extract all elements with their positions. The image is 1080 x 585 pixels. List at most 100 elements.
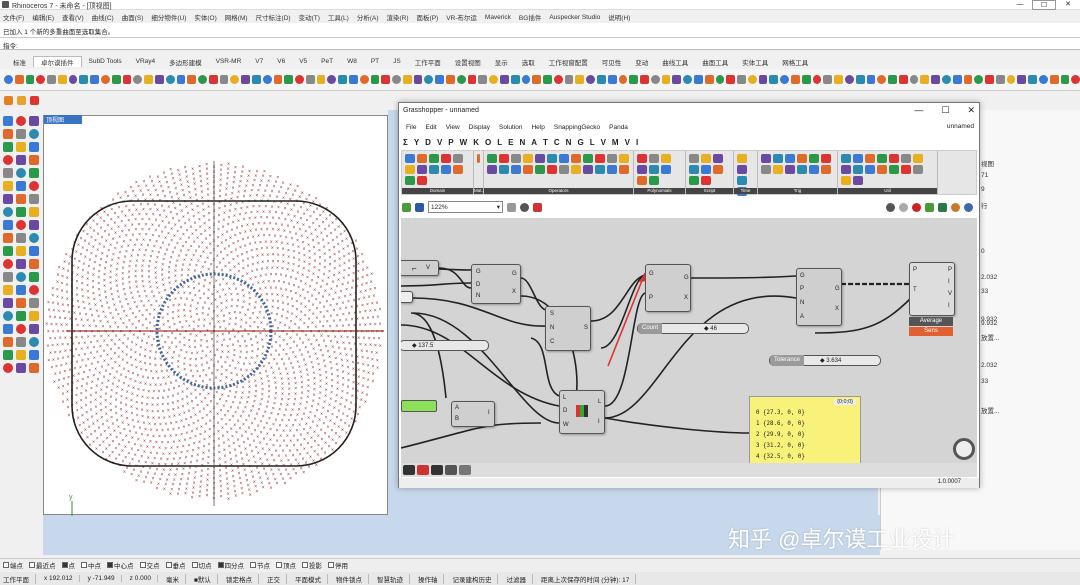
preview-selected-icon[interactable] [925, 202, 934, 212]
pipe-component[interactable]: A B I [451, 401, 495, 427]
component-icon[interactable] [821, 165, 831, 174]
component-icon[interactable] [583, 154, 593, 163]
component-icon[interactable] [853, 154, 863, 163]
tab-5[interactable]: VSR-MR [209, 58, 249, 65]
property-value[interactable]: 放置... [981, 332, 999, 342]
checkbox-icon[interactable] [276, 562, 282, 568]
component-icon[interactable] [649, 165, 659, 174]
component-icon[interactable] [523, 154, 533, 163]
component-icon[interactable] [595, 154, 605, 163]
menu-vr[interactable]: VR-布尔运 [446, 12, 477, 22]
arrow-icon[interactable] [4, 96, 13, 105]
menu-mesh[interactable]: 网格(M) [225, 12, 248, 22]
toolbar-tool-icon[interactable] [769, 75, 779, 84]
gh-tab-5[interactable]: W [460, 138, 468, 147]
plugin-icon[interactable] [30, 96, 39, 105]
series-component[interactable]: S N C S [545, 306, 591, 351]
list-item-component[interactable]: L D W L I [559, 390, 605, 434]
component-icon[interactable] [547, 154, 557, 163]
sketch-tool-icon[interactable] [459, 465, 471, 475]
osnap-3[interactable]: 中点 [81, 560, 101, 570]
status-item[interactable]: 智慧轨迹 [377, 573, 410, 584]
toolbar-tool-icon[interactable] [478, 75, 488, 84]
toolbar-tool-icon[interactable] [446, 75, 455, 84]
toolbar-tool-icon[interactable] [14, 75, 24, 84]
toolbar-tool-icon[interactable] [198, 75, 207, 84]
toolbar-tool-icon[interactable] [640, 75, 649, 84]
toolbar-tool-icon[interactable] [694, 75, 703, 84]
toolbar-tool-icon[interactable] [586, 75, 595, 84]
component-icon[interactable] [637, 165, 647, 174]
fit-icon[interactable] [507, 202, 516, 212]
gh-menu-edit[interactable]: Edit [425, 124, 436, 131]
toolbar-tool-icon[interactable] [898, 75, 908, 84]
osnap-10[interactable]: 顶点 [276, 560, 296, 570]
tool-icon[interactable] [16, 285, 26, 295]
component-icon[interactable] [701, 165, 711, 174]
gh-tab-4[interactable]: P [448, 138, 453, 147]
toolbar-tool-icon[interactable] [176, 75, 186, 84]
menu-panels[interactable]: 面板(P) [417, 12, 439, 22]
gh-tab-14[interactable]: N [566, 138, 572, 147]
navigation-widget-icon[interactable] [953, 438, 975, 460]
gh-tab-3[interactable]: V [437, 138, 442, 147]
status-item[interactable]: 操作轴 [418, 573, 445, 584]
osnap-0[interactable]: 端点 [3, 560, 23, 570]
component-icon[interactable] [417, 154, 427, 163]
toolbar-tool-icon[interactable] [532, 75, 542, 84]
osnap-12[interactable]: 停用 [328, 560, 348, 570]
tool-icon[interactable] [16, 220, 26, 230]
checkbox-icon[interactable] [61, 562, 68, 568]
tool-icon[interactable] [3, 272, 13, 282]
tool-icon[interactable] [16, 116, 26, 126]
menu-maverick[interactable]: Maverick [485, 14, 511, 21]
toolbar-tool-icon[interactable] [801, 75, 811, 84]
checkbox-icon[interactable] [217, 562, 224, 568]
toolbar-tool-icon[interactable] [57, 75, 67, 84]
checkbox-icon[interactable] [191, 562, 198, 568]
toolbar-tool-icon[interactable] [855, 75, 865, 84]
toolbar-tool-icon[interactable] [510, 75, 520, 84]
gh-tab-8[interactable]: L [497, 138, 502, 147]
gh-tab-16[interactable]: L [590, 138, 595, 147]
tool-icon[interactable] [29, 207, 39, 217]
tab-21[interactable]: 曲面工具 [695, 57, 735, 67]
evaluate-curve-component[interactable]: G D N G X [471, 264, 521, 304]
component-icon[interactable] [737, 176, 747, 185]
toolbar-tool-icon[interactable] [284, 75, 294, 84]
gh-tab-20[interactable]: I [636, 138, 638, 147]
component-icon[interactable] [417, 165, 427, 174]
toolbar-tool-icon[interactable] [823, 75, 833, 84]
toolbar-tool-icon[interactable] [241, 75, 250, 84]
gh-canvas[interactable]: ⌐ V G D N G X ◆ 137.5 S N C S G P G X Cou… [401, 218, 977, 463]
tool-icon[interactable] [16, 272, 26, 282]
toolbar-tool-icon[interactable] [521, 75, 531, 84]
tool-icon[interactable] [16, 207, 26, 217]
tool-icon[interactable] [3, 337, 13, 347]
toolbar-tool-icon[interactable] [543, 75, 552, 84]
component-icon[interactable] [841, 154, 851, 163]
tool-icon[interactable] [3, 350, 13, 360]
tool-icon[interactable] [3, 363, 13, 373]
component-icon[interactable] [773, 154, 783, 163]
toolbar-tool-icon[interactable] [780, 75, 790, 84]
tab-2[interactable]: SubD Tools [82, 58, 129, 65]
tab-8[interactable]: V5 [292, 58, 314, 65]
menu-curve[interactable]: 曲线(C) [92, 12, 114, 22]
toolbar-tool-icon[interactable] [47, 75, 56, 84]
component-icon[interactable] [901, 154, 911, 163]
component-icon[interactable] [689, 154, 699, 163]
number-slider[interactable]: ◆ 137.5 [401, 340, 489, 351]
zoom-icon[interactable] [17, 96, 26, 105]
component-icon[interactable] [809, 154, 819, 163]
component-icon[interactable] [499, 165, 509, 174]
component-icon[interactable] [661, 154, 671, 163]
menu-subd[interactable]: 细分物件(U) [151, 12, 186, 22]
gh-menu-snappinggecko[interactable]: SnappingGecko [554, 124, 600, 131]
toolbar-tool-icon[interactable] [909, 75, 919, 84]
toolbar-tool-icon[interactable] [877, 75, 887, 84]
tab-16[interactable]: 选取 [515, 57, 542, 67]
component-icon[interactable] [737, 165, 747, 174]
gh-tab-0[interactable]: Σ [403, 138, 408, 147]
component-icon[interactable] [417, 176, 427, 185]
